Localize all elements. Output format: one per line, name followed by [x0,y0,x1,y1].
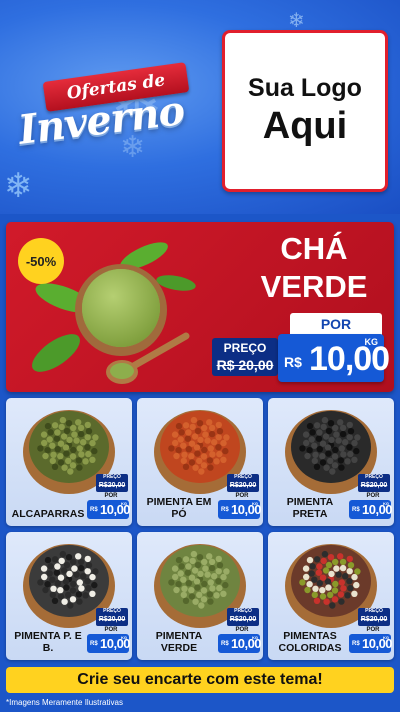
por-label: POR [235,627,249,633]
title-line2: VERDE [260,269,368,304]
product-card: PIMENTAS COLORIDAS PREÇO R$20,00 POR R$ … [268,532,394,660]
price-tag: R$ 10,00 KG [349,634,393,653]
old-price-box: PREÇO R$20,00 [96,608,128,626]
product-card: PIMENTA PRETA PREÇO R$20,00 POR R$ 10,00… [268,398,394,526]
price-tag: R$ 10,00 KG [349,500,393,519]
product-card: PIMENTA VERDE PREÇO R$20,00 POR R$ 10,00… [137,532,263,660]
old-price-box: PREÇO R$20,00 [96,474,128,492]
price-unit: KG [364,337,379,347]
cta-bar[interactable]: Crie seu encarte com este tema! [6,667,394,693]
logo-text-line2: Aqui [262,105,348,147]
preco-label: PREÇO [365,474,383,480]
currency-symbol: R$ [221,641,229,647]
preco-label: PREÇO [223,341,267,355]
product-name: PIMENTA P. E B. [14,630,82,654]
price-unit: KG [252,501,258,506]
disclaimer-text: *Imagens Meramente Ilustrativas [6,698,123,707]
currency-symbol: R$ [352,507,360,513]
price-unit: KG [121,635,127,640]
preco-label: PREÇO [103,608,121,614]
price-tag: R$ 10,00 KG [218,634,262,653]
old-price: R$20,00 [229,482,257,489]
currency-symbol: R$ [221,507,229,513]
por-label: POR [104,627,118,633]
product-name: ALCAPARRAS [11,508,85,520]
price-unit: KG [383,501,389,506]
old-price: R$20,00 [360,616,388,623]
product-card: PIMENTA P. E B. PREÇO R$20,00 POR R$ 10,… [6,532,132,660]
old-price: R$20,00 [229,616,257,623]
currency-symbol: R$ [284,354,302,370]
price-unit: KG [121,501,127,506]
old-price-box: PREÇO R$20,00 [227,608,259,626]
header-section: ❄ ❄ ❄ ❄ Ofertas de Inverno Sua Logo Aqui [0,0,400,214]
preco-label: PREÇO [234,474,252,480]
price-unit: KG [252,635,258,640]
price-unit: KG [383,635,389,640]
old-price: R$20,00 [98,482,126,489]
product-name: PIMENTA VERDE [155,630,203,654]
por-label: POR [366,493,380,499]
currency-symbol: R$ [352,641,360,647]
por-label: POR [235,493,249,499]
product-card: PIMENTA EM PÓ PREÇO R$20,00 POR R$ 10,00… [137,398,263,526]
currency-symbol: R$ [90,641,98,647]
old-price: R$20,00 [360,482,388,489]
discount-badge: -50% [18,238,64,284]
product-card: ALCAPARRAS PREÇO R$20,00 POR R$ 10,00 KG [6,398,132,526]
old-price: R$ 20,00 [216,357,274,373]
featured-product-title: CHÁ VERDE [238,230,390,306]
product-name: PIMENTAS COLORIDAS [278,630,342,654]
old-price-box: PREÇO R$ 20,00 [212,338,278,376]
preco-label: PREÇO [234,608,252,614]
title-line1: CHÁ [280,231,348,266]
product-name: PIMENTA EM PÓ [146,496,212,520]
logo-placeholder: Sua Logo Aqui [222,30,388,192]
season-title: Inverno [15,86,187,154]
old-price-box: PREÇO R$20,00 [358,608,390,626]
old-price-box: PREÇO R$20,00 [358,474,390,492]
por-label: POR [366,627,380,633]
snowflake-icon: ❄ [4,167,33,205]
old-price: R$20,00 [98,616,126,623]
price-tag: R$ 10,00 KG [87,500,131,519]
featured-offer: -50% CHÁ VERDE POR PREÇO R$ 20,00 R$ 10,… [6,222,394,392]
old-price-box: PREÇO R$20,00 [227,474,259,492]
por-label: POR [290,313,382,335]
price-tag: R$ 10,00 KG [218,500,262,519]
preco-label: PREÇO [103,474,121,480]
por-label: POR [104,493,118,499]
currency-symbol: R$ [90,507,98,513]
preco-label: PREÇO [365,608,383,614]
featured-price-tag: R$ 10,00 KG [278,334,390,382]
product-name: PIMENTA PRETA [286,496,334,520]
logo-text-line1: Sua Logo [248,74,362,102]
price-tag: R$ 10,00 KG [87,634,131,653]
